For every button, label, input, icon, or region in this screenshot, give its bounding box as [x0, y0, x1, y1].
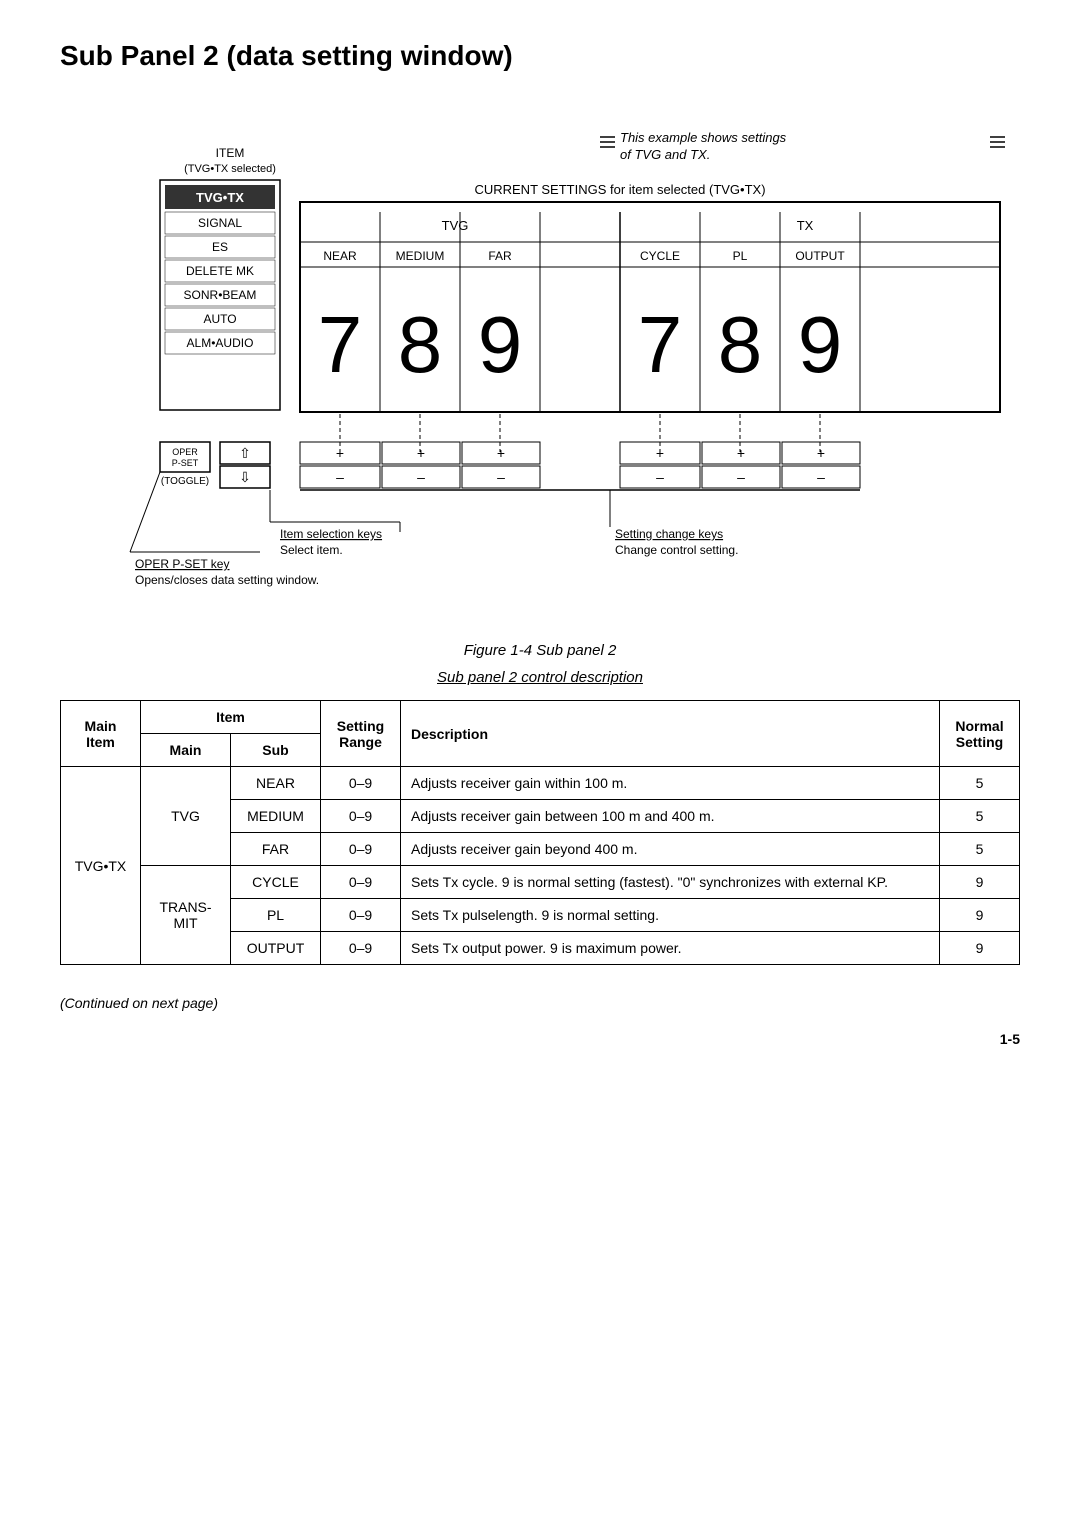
sub-medium: MEDIUM — [396, 249, 445, 263]
page-title: Sub Panel 2 (data setting window) — [60, 40, 1020, 72]
cell-item-sub-medium: MEDIUM — [231, 800, 321, 833]
cell-setting-medium: 0–9 — [321, 800, 401, 833]
tx-value-output: 9 — [798, 300, 843, 389]
cell-normal-output: 9 — [940, 932, 1020, 965]
tx-value-pl: 8 — [718, 300, 763, 389]
sub-near: NEAR — [323, 249, 357, 263]
cell-setting-near: 0–9 — [321, 767, 401, 800]
diagram-area: This example shows settings of TVG and T… — [60, 102, 1020, 622]
up-arrow: ⇧ — [239, 445, 251, 461]
menu-sonr-beam: SONR•BEAM — [184, 288, 257, 302]
cell-desc-cycle: Sets Tx cycle. 9 is normal setting (fast… — [401, 866, 940, 899]
menu-auto: AUTO — [203, 312, 236, 326]
cell-normal-cycle: 9 — [940, 866, 1020, 899]
item-label: ITEM — [216, 146, 245, 160]
tvg-value-near: 7 — [318, 300, 363, 389]
oper-pset-label: OPER — [172, 447, 198, 457]
cell-setting-cycle: 0–9 — [321, 866, 401, 899]
panel-diagram-svg: This example shows settings of TVG and T… — [60, 102, 1020, 622]
cell-setting-pl: 0–9 — [321, 899, 401, 932]
page-number: 1-5 — [60, 1031, 1020, 1047]
minus-4: – — [656, 469, 664, 485]
note-line1: This example shows settings — [620, 130, 787, 145]
sub-far: FAR — [488, 249, 512, 263]
cell-desc-pl: Sets Tx pulselength. 9 is normal setting… — [401, 899, 940, 932]
header-main-item: MainItem — [61, 701, 141, 767]
plus-6: + — [817, 445, 825, 461]
sub-pl: PL — [733, 249, 748, 263]
sub-output: OUTPUT — [795, 249, 845, 263]
continued-text: (Continued on next page) — [60, 995, 1020, 1011]
cell-normal-far: 5 — [940, 833, 1020, 866]
minus-2: – — [417, 469, 425, 485]
cell-item-sub-output: OUTPUT — [231, 932, 321, 965]
tvg-value-far: 9 — [478, 300, 523, 389]
tx-group-label: TX — [797, 218, 814, 233]
header-item-main: Main — [141, 734, 231, 767]
cell-item-sub-near: NEAR — [231, 767, 321, 800]
setting-change-sub: Change control setting. — [615, 543, 738, 557]
tvg-value-medium: 8 — [398, 300, 443, 389]
cell-main-item-tvgtx: TVG•TX — [61, 767, 141, 965]
sub-cycle: CYCLE — [640, 249, 680, 263]
control-description-table: MainItem Item SettingRange Description N… — [60, 700, 1020, 965]
plus-1: + — [336, 445, 344, 461]
cell-desc-output: Sets Tx output power. 9 is maximum power… — [401, 932, 940, 965]
plus-4: + — [656, 445, 664, 461]
cell-normal-pl: 9 — [940, 899, 1020, 932]
table-row: TRANS-MIT CYCLE 0–9 Sets Tx cycle. 9 is … — [61, 866, 1020, 899]
cell-normal-medium: 5 — [940, 800, 1020, 833]
menu-es: ES — [212, 240, 228, 254]
header-item-group: Item — [141, 701, 321, 734]
current-settings-label: CURRENT SETTINGS for item selected (TVG•… — [474, 182, 765, 197]
cell-normal-near: 5 — [940, 767, 1020, 800]
menu-delete-mk: DELETE MK — [186, 264, 254, 278]
menu-tvg-tx: TVG•TX — [196, 190, 244, 205]
cell-desc-medium: Adjusts receiver gain between 100 m and … — [401, 800, 940, 833]
down-arrow: ⇩ — [239, 469, 251, 485]
cell-item-sub-pl: PL — [231, 899, 321, 932]
menu-signal: SIGNAL — [198, 216, 242, 230]
cell-item-main-transmit: TRANS-MIT — [141, 866, 231, 965]
table-row: TVG•TX TVG NEAR 0–9 Adjusts receiver gai… — [61, 767, 1020, 800]
cell-desc-far: Adjusts receiver gain beyond 400 m. — [401, 833, 940, 866]
item-sub-label: (TVG•TX selected) — [184, 163, 276, 175]
header-normal-setting: NormalSetting — [940, 701, 1020, 767]
toggle-label: (TOGGLE) — [161, 476, 209, 487]
header-description: Description — [401, 701, 940, 767]
minus-5: – — [737, 469, 745, 485]
plus-3: + — [497, 445, 505, 461]
cell-setting-output: 0–9 — [321, 932, 401, 965]
tvg-group-label: TVG — [442, 218, 469, 233]
item-sel-keys-sub: Select item. — [280, 543, 343, 557]
item-sel-keys-label: Item selection keys — [280, 527, 382, 541]
oper-pset-label2: P-SET — [172, 458, 199, 468]
cell-item-sub-far: FAR — [231, 833, 321, 866]
note-line2: of TVG and TX. — [620, 147, 710, 162]
cell-item-sub-cycle: CYCLE — [231, 866, 321, 899]
tx-value-cycle: 7 — [638, 300, 683, 389]
table-caption: Sub panel 2 control description — [60, 669, 1020, 686]
cell-setting-far: 0–9 — [321, 833, 401, 866]
figure-caption: Figure 1-4 Sub panel 2 — [60, 642, 1020, 659]
oper-pset-key-label: OPER P-SET key — [135, 557, 229, 571]
header-item-sub: Sub — [231, 734, 321, 767]
oper-pset-key-sub: Opens/closes data setting window. — [135, 573, 319, 587]
minus-6: – — [817, 469, 825, 485]
cell-item-main-tvg: TVG — [141, 767, 231, 866]
minus-3: – — [497, 469, 505, 485]
plus-5: + — [737, 445, 745, 461]
cell-desc-near: Adjusts receiver gain within 100 m. — [401, 767, 940, 800]
menu-alm-audio: ALM•AUDIO — [187, 336, 254, 350]
minus-1: – — [336, 469, 344, 485]
plus-2: + — [417, 445, 425, 461]
setting-change-label: Setting change keys — [615, 527, 723, 541]
header-setting-range: SettingRange — [321, 701, 401, 767]
